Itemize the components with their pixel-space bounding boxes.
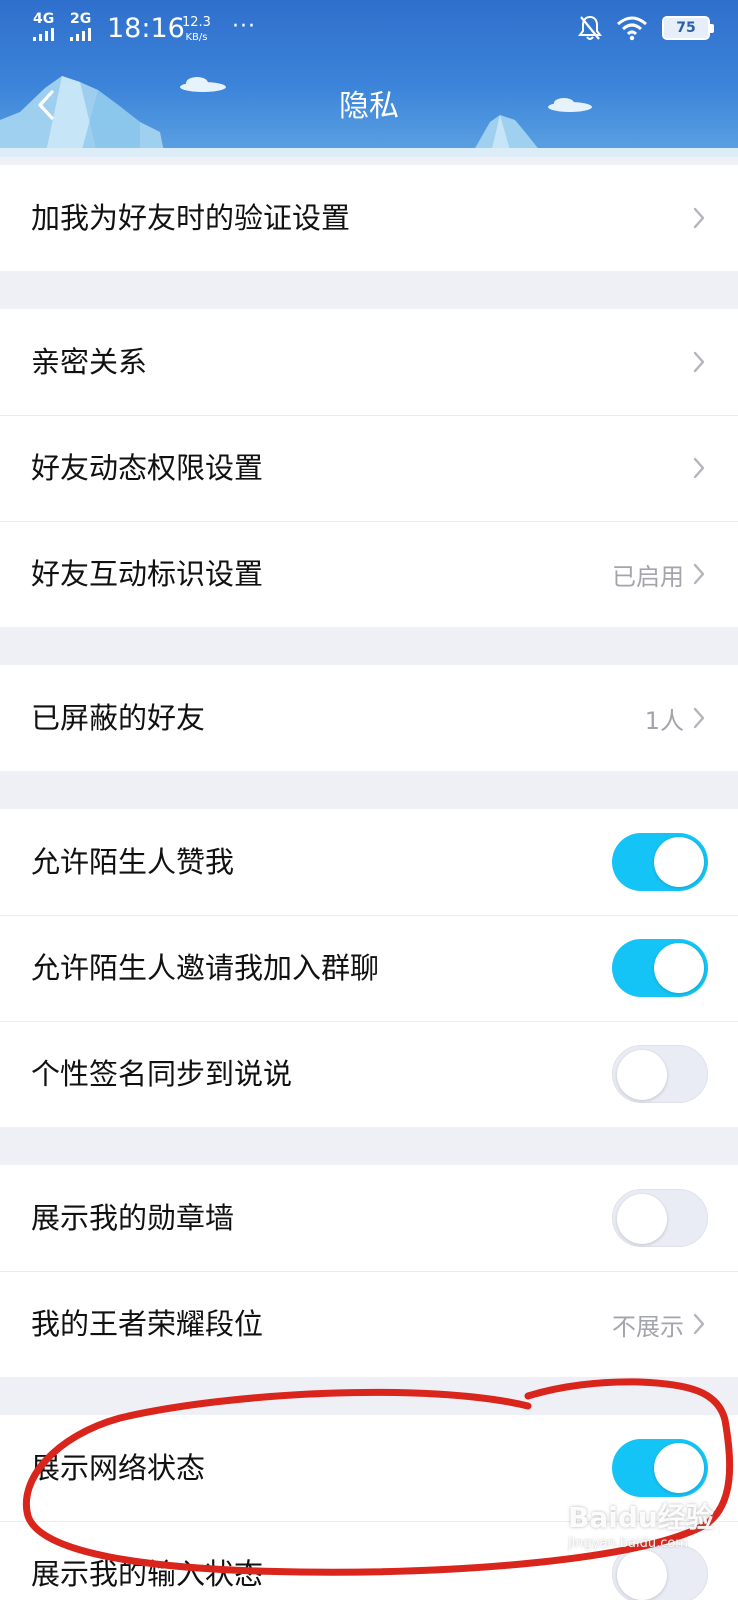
section-spacer xyxy=(0,157,738,165)
network-2g-label: 2G xyxy=(70,11,92,27)
toggle-switch[interactable] xyxy=(612,1045,708,1103)
row-right: 已启用 xyxy=(612,521,708,627)
toggle-switch[interactable] xyxy=(612,833,708,891)
row-label: 展示网络状态 xyxy=(31,1451,206,1485)
row-label: 个性签名同步到说说 xyxy=(31,1057,293,1091)
row-label: 好友动态权限设置 xyxy=(31,451,264,485)
section-spacer xyxy=(0,627,738,665)
toggle-switch[interactable] xyxy=(612,1545,708,1600)
row-allow-stranger-likes: 允许陌生人赞我 xyxy=(0,809,738,915)
header: 4G 2G 18:16 12.3 KB/s ··· 75 隐私 xyxy=(0,0,738,157)
status-time: 18:16 xyxy=(107,13,185,44)
chevron-right-icon xyxy=(693,457,705,479)
chevron-right-icon xyxy=(693,563,705,585)
row-friend-feed-permissions[interactable]: 好友动态权限设置 xyxy=(0,415,738,521)
chevron-right-icon xyxy=(693,207,705,229)
row-label: 亲密关系 xyxy=(31,345,148,379)
row-blocked-friends[interactable]: 已屏蔽的好友 1人 xyxy=(0,665,738,771)
row-friend-verification[interactable]: 加我为好友时的验证设置 xyxy=(0,165,738,271)
row-label: 展示我的输入状态 xyxy=(31,1557,264,1591)
row-right xyxy=(612,1165,708,1271)
silent-bell-icon xyxy=(578,15,602,40)
chevron-right-icon xyxy=(693,707,705,729)
row-label: 加我为好友时的验证设置 xyxy=(31,201,351,235)
toggle-knob xyxy=(654,1443,704,1493)
signal-bars-icon xyxy=(33,28,54,41)
speed-value: 12.3 xyxy=(182,15,211,30)
row-right xyxy=(690,165,708,271)
section-display: 展示我的勋章墙 我的王者荣耀段位 不展示 xyxy=(0,1165,738,1377)
network-4g-label: 4G xyxy=(33,11,55,27)
row-value: 1人 xyxy=(644,706,684,735)
row-right xyxy=(612,809,708,915)
row-right xyxy=(612,915,708,1021)
more-notifications-icon: ··· xyxy=(232,14,256,39)
toggle-switch[interactable] xyxy=(612,939,708,997)
section-spacer xyxy=(0,771,738,809)
section-spacer xyxy=(0,1127,738,1165)
page-title: 隐私 xyxy=(339,89,399,124)
row-label: 展示我的勋章墙 xyxy=(31,1201,235,1235)
chevron-right-icon xyxy=(693,1313,705,1335)
wifi-icon xyxy=(617,16,647,41)
row-value: 已启用 xyxy=(612,562,684,591)
baidu-watermark-logo: Baidu经验 xyxy=(568,1501,714,1534)
section-blocked: 已屏蔽的好友 1人 xyxy=(0,665,738,771)
section-spacer xyxy=(0,271,738,309)
status-bar: 4G 2G 18:16 12.3 KB/s ··· 75 xyxy=(0,0,738,58)
chevron-right-icon xyxy=(693,351,705,373)
toggle-knob xyxy=(617,1550,667,1600)
toggle-knob xyxy=(617,1050,667,1100)
baidu-watermark-url: jingyan.baidu.com xyxy=(568,1536,688,1551)
row-value: 不展示 xyxy=(612,1312,684,1341)
section-relationships: 亲密关系 好友动态权限设置 好友互动标识设置 已启用 xyxy=(0,309,738,627)
row-label: 允许陌生人赞我 xyxy=(31,845,235,879)
row-label: 好友互动标识设置 xyxy=(31,557,264,591)
row-honor-of-kings-rank[interactable]: 我的王者荣耀段位 不展示 xyxy=(0,1271,738,1377)
network-speed: 12.3 KB/s xyxy=(182,16,211,44)
signal-bars-2-icon xyxy=(70,28,91,41)
toggle-knob xyxy=(654,837,704,887)
row-right: 1人 xyxy=(645,665,708,771)
row-friend-interaction-marks[interactable]: 好友互动标识设置 已启用 xyxy=(0,521,738,627)
row-right xyxy=(690,415,708,521)
row-label: 已屏蔽的好友 xyxy=(31,701,206,735)
row-allow-stranger-group-invite: 允许陌生人邀请我加入群聊 xyxy=(0,915,738,1021)
row-signature-sync: 个性签名同步到说说 xyxy=(0,1021,738,1127)
toggle-knob xyxy=(617,1194,667,1244)
row-label: 允许陌生人邀请我加入群聊 xyxy=(31,951,380,985)
row-right xyxy=(690,309,708,415)
row-intimate-relationship[interactable]: 亲密关系 xyxy=(0,309,738,415)
toggle-switch[interactable] xyxy=(612,1189,708,1247)
row-show-medal-wall: 展示我的勋章墙 xyxy=(0,1165,738,1271)
settings-list: 加我为好友时的验证设置 亲密关系 好友动态权限设置 好友互动标识设置 已启用 已… xyxy=(0,157,738,1600)
row-right xyxy=(612,1021,708,1127)
status-right: 75 xyxy=(578,14,714,42)
toggle-knob xyxy=(654,943,704,993)
row-right: 不展示 xyxy=(612,1271,708,1377)
section-spacer xyxy=(0,1377,738,1415)
battery-icon: 75 xyxy=(662,16,714,40)
toggle-switch[interactable] xyxy=(612,1439,708,1497)
speed-unit: KB/s xyxy=(185,32,208,43)
section-verification: 加我为好友时的验证设置 xyxy=(0,165,738,271)
row-label: 我的王者荣耀段位 xyxy=(31,1307,264,1341)
section-strangers: 允许陌生人赞我 允许陌生人邀请我加入群聊 个性签名同步到说说 xyxy=(0,809,738,1127)
